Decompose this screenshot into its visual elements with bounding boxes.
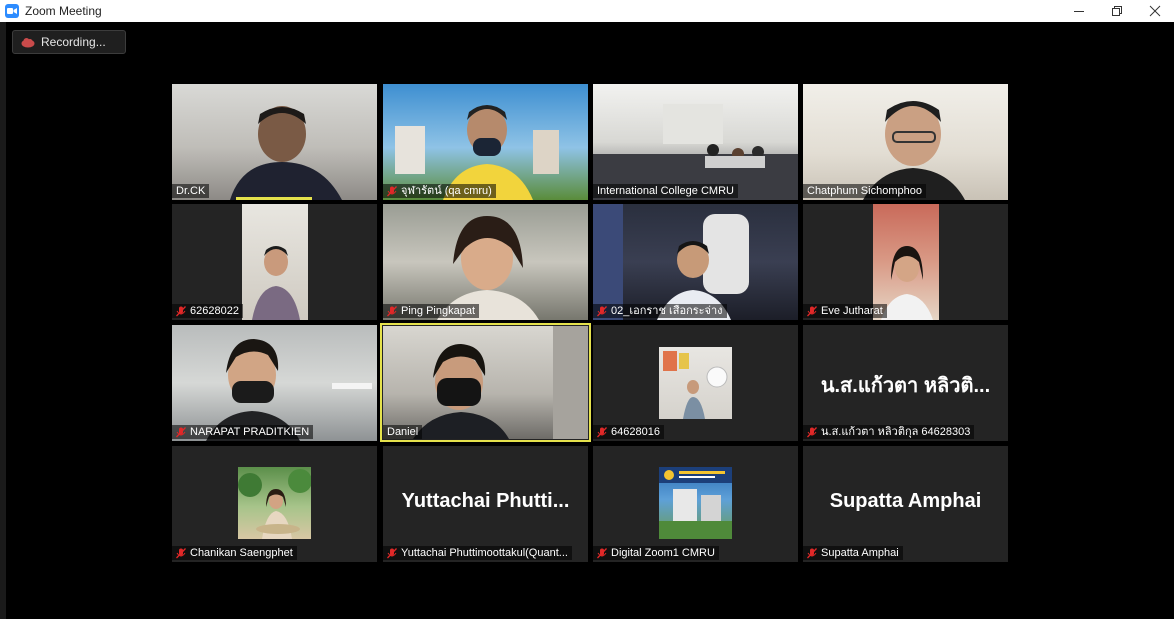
- participant-name-label: จุฬารัตน์ (qa cmru): [383, 184, 496, 198]
- participant-name-label: Yuttachai Phuttimoottakul(Quant...: [383, 546, 572, 560]
- participant-video: [383, 326, 588, 439]
- muted-mic-icon: [387, 547, 397, 558]
- zoom-app-icon: [5, 4, 19, 18]
- participant-name-label: Dr.CK: [172, 184, 210, 198]
- participant-name-label: Chatphum Sichomphoo: [803, 184, 926, 198]
- participant-video: [659, 347, 732, 419]
- participant-video: [659, 467, 732, 539]
- muted-mic-icon: [387, 185, 397, 196]
- recording-indicator[interactable]: Recording...: [12, 30, 126, 54]
- participant-video: [242, 204, 308, 320]
- muted-mic-icon: [176, 305, 186, 316]
- video-tile-active-speaker[interactable]: Daniel: [380, 323, 591, 442]
- muted-mic-icon: [807, 547, 817, 558]
- participant-name-label: Ping Pingkapat: [383, 304, 479, 318]
- video-tile[interactable]: 62628022: [172, 204, 377, 320]
- participant-video: [593, 204, 798, 320]
- muted-mic-icon: [176, 426, 186, 437]
- video-tile[interactable]: Dr.CK: [172, 84, 377, 200]
- recording-label: Recording...: [41, 35, 106, 49]
- restore-icon: [1112, 6, 1122, 16]
- participant-name-label: NARAPAT PRADITKIEN: [172, 425, 314, 439]
- participant-video: [593, 84, 798, 200]
- muted-mic-icon: [597, 547, 607, 558]
- participant-name-label: Eve Jutharat: [803, 304, 887, 318]
- video-tile[interactable]: NARAPAT PRADITKIEN: [172, 325, 377, 441]
- minimize-icon: [1074, 11, 1084, 12]
- video-tile[interactable]: Chanikan Saengphet: [172, 446, 377, 562]
- participant-video: [803, 84, 1008, 200]
- minimize-button[interactable]: [1060, 0, 1098, 22]
- participant-video: [172, 325, 377, 441]
- participant-name-label: 02_เอกราช เสือกระจ่าง: [593, 304, 727, 318]
- participant-name-label: Supatta Amphai: [803, 546, 903, 560]
- window-titlebar: Zoom Meeting: [0, 0, 1174, 22]
- participant-display-name: Supatta Amphai: [829, 490, 982, 512]
- muted-mic-icon: [807, 426, 817, 437]
- muted-mic-icon: [597, 426, 607, 437]
- participant-name-label: Daniel: [383, 425, 423, 439]
- muted-mic-icon: [387, 305, 397, 316]
- participant-name-label: Chanikan Saengphet: [172, 546, 297, 560]
- participant-name-label: 62628022: [172, 304, 243, 318]
- participant-video: [238, 467, 312, 539]
- muted-mic-icon: [176, 547, 186, 558]
- close-icon: [1149, 5, 1161, 17]
- close-button[interactable]: [1136, 0, 1174, 22]
- participant-name-label: Digital Zoom1 CMRU: [593, 546, 719, 560]
- participant-video: [383, 84, 588, 200]
- participant-name-label: น.ส.แก้วตา หลิวติกุล 64628303: [803, 425, 975, 439]
- active-speaker-bar: [236, 197, 312, 200]
- video-tile[interactable]: จุฬารัตน์ (qa cmru): [383, 84, 588, 200]
- video-tile[interactable]: Ping Pingkapat: [383, 204, 588, 320]
- participant-video: [383, 204, 588, 320]
- cloud-recording-icon: [21, 38, 35, 48]
- participant-video: [172, 84, 377, 200]
- video-tile[interactable]: International College CMRU: [593, 84, 798, 200]
- window-title: Zoom Meeting: [25, 4, 102, 18]
- participant-name-label: 64628016: [593, 425, 664, 439]
- video-tile[interactable]: Chatphum Sichomphoo: [803, 84, 1008, 200]
- muted-mic-icon: [807, 305, 817, 316]
- video-tile[interactable]: 64628016: [593, 325, 798, 441]
- video-tile[interactable]: Supatta Amphai Supatta Amphai: [803, 446, 1008, 562]
- muted-mic-icon: [597, 305, 607, 316]
- video-tile[interactable]: 02_เอกราช เสือกระจ่าง: [593, 204, 798, 320]
- video-tile[interactable]: Yuttachai Phutti... Yuttachai Phuttimoot…: [383, 446, 588, 562]
- participant-display-name: น.ส.แก้วตา หลิวติ...: [820, 375, 991, 397]
- university-poster-image: [659, 467, 732, 539]
- video-tile[interactable]: Digital Zoom1 CMRU: [593, 446, 798, 562]
- participant-display-name: Yuttachai Phutti...: [401, 490, 570, 512]
- restore-button[interactable]: [1098, 0, 1136, 22]
- participant-video: [873, 204, 939, 320]
- participant-name-label: International College CMRU: [593, 184, 738, 198]
- video-tile[interactable]: Eve Jutharat: [803, 204, 1008, 320]
- video-tile[interactable]: น.ส.แก้วตา หลิวติ... น.ส.แก้วตา หลิวติกุ…: [803, 325, 1008, 441]
